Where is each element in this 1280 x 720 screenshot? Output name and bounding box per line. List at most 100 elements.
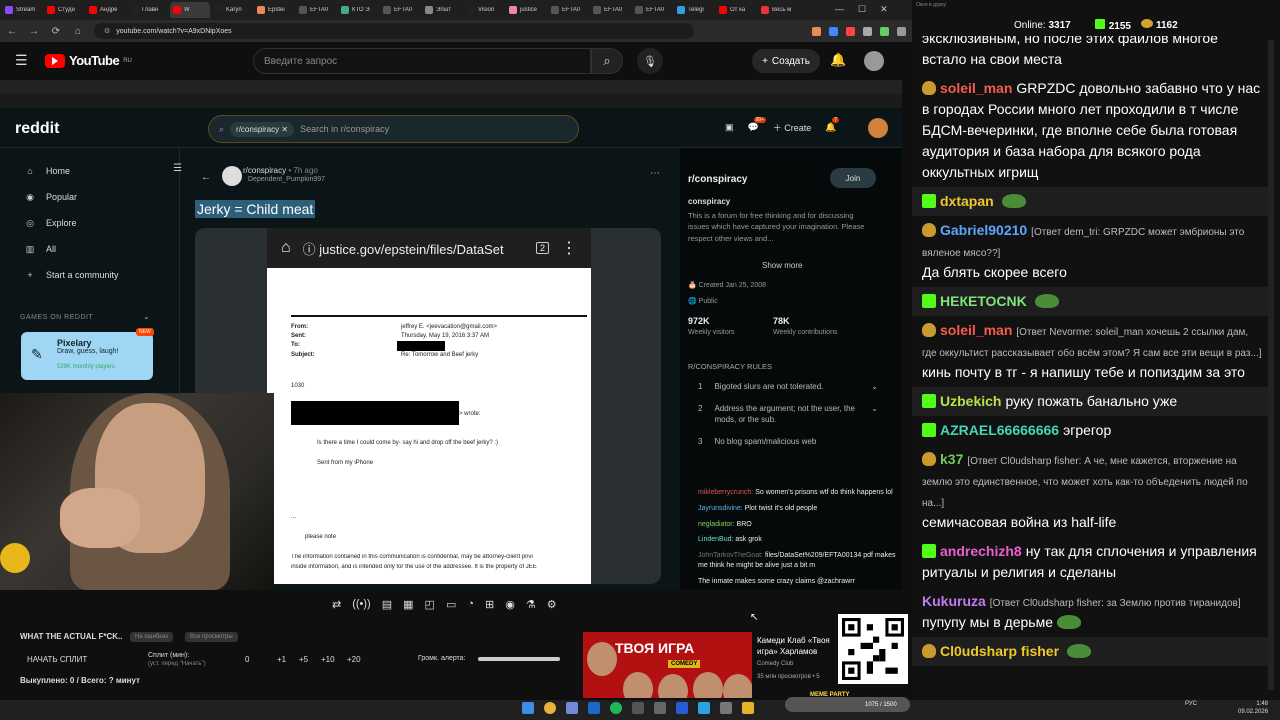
microphone-icon[interactable]: 🎙 — [637, 48, 663, 74]
minimize-icon[interactable]: — — [835, 4, 844, 15]
browser-tab[interactable]: EFTA0 — [548, 2, 588, 18]
youtube-search-input[interactable]: Введите запрос — [253, 48, 591, 74]
start-split-button[interactable]: НАЧАТЬ СПЛИТ — [27, 655, 87, 664]
nav-explore[interactable]: ◎ Explore — [0, 210, 179, 236]
recommended-video-channel[interactable]: Comedy Club — [757, 661, 793, 667]
add-icon[interactable]: ⊞ — [485, 598, 494, 611]
create-post-button[interactable]: ＋ Create — [773, 121, 812, 134]
rule-item[interactable]: 2 Address the argument; not the user, the… — [698, 404, 878, 425]
recommended-video-title[interactable]: Камеди Клаб «Твоя игра» Харламов Батрутд… — [757, 635, 842, 659]
menu-icon[interactable]: ☰ — [15, 52, 28, 69]
chat-username[interactable]: soleil_man — [940, 80, 1012, 96]
back-icon[interactable]: ← — [201, 172, 211, 183]
browser-tab[interactable]: Эпшт — [422, 2, 462, 18]
chat-icon[interactable]: 💬 99+ — [748, 117, 766, 133]
join-button[interactable]: Join — [830, 168, 876, 188]
advertise-icon[interactable]: ▣ — [725, 122, 734, 133]
browser-tab[interactable]: EFTA0 — [380, 2, 420, 18]
browser-tab[interactable]: W — [170, 2, 210, 18]
nav-popular[interactable]: ◉ Popular — [0, 184, 179, 210]
broadcast-icon[interactable]: ((•)) — [352, 598, 371, 611]
pixelary-card[interactable]: ✎ Pixelary Draw, guess, laugh! 529K mont… — [21, 332, 153, 380]
browser-tab[interactable]: Главн — [128, 2, 168, 18]
browser-tab[interactable]: Весь м — [758, 2, 798, 18]
youtube-logo[interactable]: YouTube RU — [45, 53, 132, 68]
pip-icon[interactable]: ◰ — [425, 598, 435, 611]
chat-username[interactable]: Gabriel90210 — [940, 222, 1027, 238]
app-icon[interactable] — [676, 702, 688, 714]
alert-volume-slider[interactable] — [478, 657, 560, 661]
browser-tab[interactable]: Vision — [464, 2, 504, 18]
browser-tab[interactable]: Stream — [2, 2, 42, 18]
chrome-icon[interactable] — [544, 702, 556, 714]
rule-item[interactable]: 1 Bigoted slurs are not tolerated. ⌄ — [698, 382, 878, 392]
close-icon[interactable]: ✕ — [880, 4, 888, 15]
extension-icon[interactable] — [812, 26, 821, 36]
recommended-video-thumbnail[interactable]: ТВОЯ ИГРА COMEDY — [583, 632, 752, 698]
browser-tab[interactable]: От ка — [716, 2, 756, 18]
extension-icon[interactable] — [846, 26, 855, 36]
search-button[interactable]: ⌕ — [591, 48, 623, 74]
nav-home[interactable]: ⌂ Home — [0, 158, 179, 184]
telegram-icon[interactable] — [698, 702, 710, 714]
post-image[interactable]: ⌂ ⓘ justice.gov/epstein/files/DataSet 2 … — [267, 228, 591, 584]
nav-start-community[interactable]: + Start a community — [0, 262, 179, 288]
chevron-down-icon[interactable]: ⌄ — [143, 312, 150, 321]
extension-icon[interactable] — [880, 26, 889, 36]
show-more-button[interactable]: Show more — [762, 261, 802, 270]
browser-tab[interactable]: justice — [506, 2, 546, 18]
add-20-button[interactable]: +20 — [347, 655, 361, 664]
discord-icon[interactable] — [566, 702, 578, 714]
avatar[interactable] — [864, 51, 884, 71]
windows-start-icon[interactable] — [522, 702, 534, 714]
speed-icon[interactable]: ◔ — [467, 598, 474, 611]
maximize-icon[interactable]: ☐ — [858, 4, 866, 15]
browser-tab[interactable]: Epstei — [254, 2, 294, 18]
chat-username[interactable]: НЕКЕТОСNK — [940, 293, 1027, 309]
back-icon[interactable]: ← — [6, 26, 18, 37]
nav-all[interactable]: ▥ All — [0, 236, 179, 262]
chat-username[interactable]: Kukuruza — [922, 593, 986, 609]
browser-tab[interactable]: Андре — [86, 2, 126, 18]
chat-username[interactable]: Uzbekich — [940, 393, 1001, 409]
url-field[interactable]: ⚙ youtube.com/watch?v=A9xDNipXoes — [94, 23, 694, 39]
chat-username[interactable]: Cl0udsharp fisher — [940, 643, 1059, 659]
lab-icon[interactable]: ⚗ — [526, 598, 536, 611]
extension-icon[interactable] — [829, 26, 838, 36]
loop-icon[interactable]: ⇄ — [332, 598, 341, 611]
site-info-icon[interactable]: ⚙ — [104, 27, 110, 35]
clock[interactable]: 1:48 09.02.2026 — [1238, 701, 1268, 717]
browser-tab[interactable]: Karyn — [212, 2, 252, 18]
chat-username[interactable]: dxtapan — [940, 193, 994, 209]
chat-username[interactable]: andrechizh8 — [940, 543, 1022, 559]
post-subreddit[interactable]: r/conspiracy — [243, 166, 286, 175]
add-1-button[interactable]: +1 — [277, 655, 286, 664]
browser-tab[interactable]: EFTA0 — [590, 2, 630, 18]
mode-pill[interactable]: На ошибках — [130, 632, 174, 642]
browser-tab[interactable]: КТО Э — [338, 2, 378, 18]
reload-icon[interactable]: ⟳ — [50, 26, 62, 37]
spotify-icon[interactable] — [610, 702, 622, 714]
subtitles-icon[interactable]: ▭ — [446, 598, 456, 611]
browser-tab[interactable]: EFTA0 — [632, 2, 672, 18]
reddit-avatar[interactable] — [868, 118, 888, 138]
language-indicator[interactable]: РУС — [1185, 701, 1197, 707]
download-icon[interactable] — [897, 26, 906, 36]
more-options-icon[interactable]: ⋯ — [650, 168, 660, 179]
queue-icon[interactable]: ▤ — [382, 598, 392, 611]
collapse-nav-icon[interactable]: ☰ — [173, 163, 182, 174]
extension-icon[interactable] — [863, 26, 872, 36]
add-5-button[interactable]: +5 — [299, 655, 308, 664]
inbox-icon[interactable]: 🔔 7 — [825, 117, 840, 133]
chat-username[interactable]: soleil_man — [940, 322, 1012, 338]
forward-icon[interactable]: → — [28, 26, 40, 37]
subreddit-chip[interactable]: r/conspiracy ✕ — [230, 121, 295, 137]
app-icon[interactable] — [654, 702, 666, 714]
file-explorer-icon[interactable] — [742, 702, 754, 714]
settings-gear-icon[interactable]: ⚙ — [547, 598, 557, 611]
app-icon[interactable] — [720, 702, 732, 714]
rule-item[interactable]: 3 No blog spam/malicious web — [698, 437, 878, 447]
obs-icon[interactable] — [632, 702, 644, 714]
add-10-button[interactable]: +10 — [321, 655, 335, 664]
reddit-search-input[interactable]: ⌕ r/conspiracy ✕ Search in r/conspiracy — [208, 115, 579, 143]
